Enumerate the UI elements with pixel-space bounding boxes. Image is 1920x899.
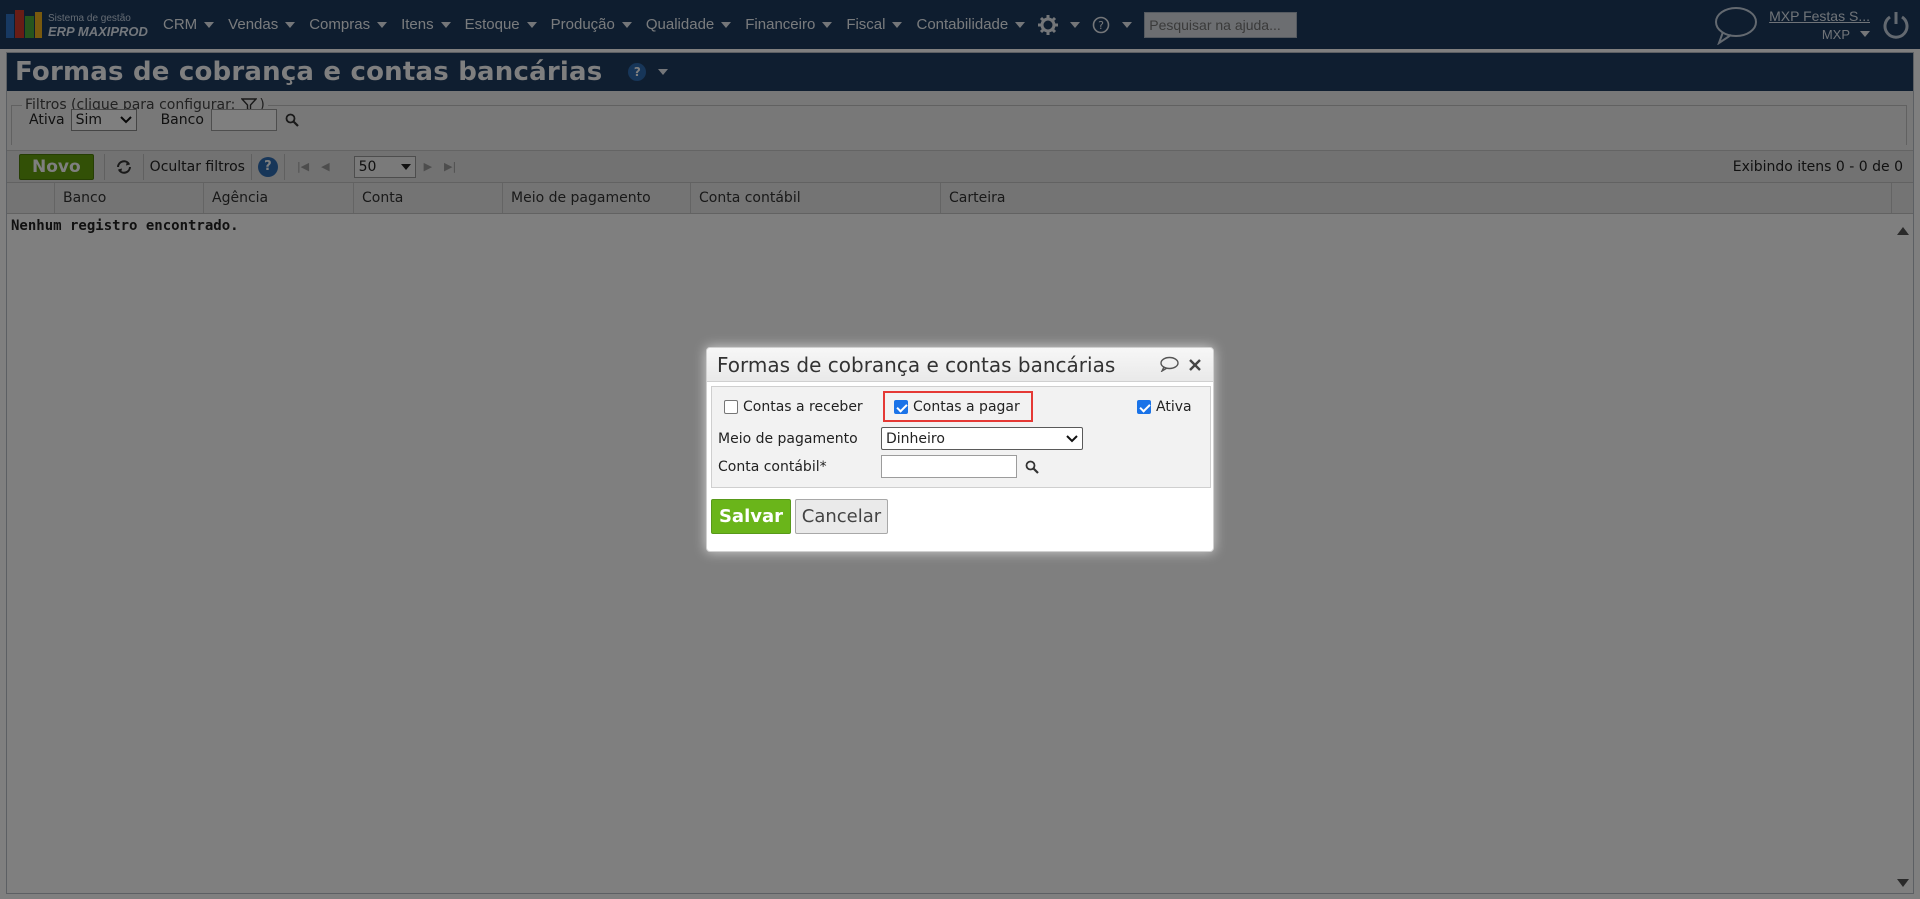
meio-pagamento-row: Meio de pagamento Dinheiro	[718, 427, 1083, 450]
chevron-down-icon	[1066, 434, 1078, 442]
conta-contabil-input[interactable]	[881, 455, 1017, 478]
search-icon[interactable]	[1025, 460, 1039, 474]
cancel-button[interactable]: Cancelar	[795, 499, 888, 534]
ativa-label: Ativa	[1156, 399, 1192, 415]
meio-pagamento-value: Dinheiro	[886, 430, 945, 447]
contas-receber-label: Contas a receber	[743, 399, 863, 415]
dialog-header: Formas de cobrança e contas bancárias	[707, 348, 1213, 382]
contas-receber-option[interactable]: Contas a receber	[724, 399, 863, 415]
payment-method-dialog: Formas de cobrança e contas bancárias Co…	[706, 347, 1214, 552]
meio-pagamento-select[interactable]: Dinheiro	[881, 427, 1083, 450]
meio-pagamento-label: Meio de pagamento	[718, 430, 858, 447]
contas-receber-checkbox[interactable]	[724, 400, 738, 414]
conta-contabil-row: Conta contábil*	[718, 455, 1039, 478]
contas-pagar-option[interactable]: Contas a pagar	[894, 399, 1020, 415]
conta-contabil-label: Conta contábil*	[718, 458, 827, 475]
save-button[interactable]: Salvar	[711, 499, 791, 534]
ativa-checkbox[interactable]	[1137, 400, 1151, 414]
contas-pagar-label: Contas a pagar	[913, 399, 1020, 415]
dialog-title: Formas de cobrança e contas bancárias	[717, 352, 1116, 377]
comment-icon[interactable]	[1159, 356, 1179, 372]
contas-pagar-checkbox[interactable]	[894, 400, 908, 414]
dialog-form: Contas a receber Contas a pagar Ativa Me…	[711, 386, 1211, 488]
ativa-option[interactable]: Ativa	[1137, 399, 1192, 415]
close-icon[interactable]	[1189, 359, 1201, 371]
